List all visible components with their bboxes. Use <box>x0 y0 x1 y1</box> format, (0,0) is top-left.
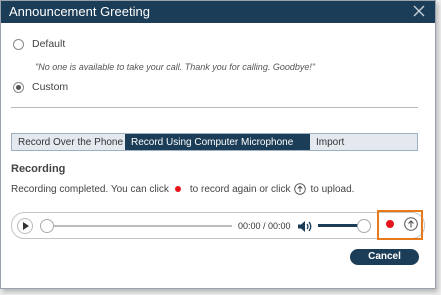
custom-label: Custom <box>32 81 69 93</box>
dialog-title: Announcement Greeting <box>9 4 150 19</box>
recording-info: Recording completed. You can click to re… <box>11 183 354 195</box>
announcement-greeting-dialog: Announcement Greeting Default "No one is… <box>0 0 436 289</box>
recording-tabs: Record Over the Phone Record Using Compu… <box>11 133 418 151</box>
record-dot-icon <box>174 186 181 192</box>
play-button[interactable] <box>17 218 33 234</box>
custom-option[interactable]: Custom <box>13 81 68 93</box>
upload-button[interactable] <box>404 217 418 231</box>
info-text-3: to upload. <box>310 183 355 195</box>
volume-icon[interactable] <box>297 220 313 233</box>
cancel-button[interactable]: Cancel <box>350 249 419 265</box>
custom-radio[interactable] <box>13 81 24 93</box>
volume-slider[interactable] <box>318 224 358 227</box>
audio-player: 00:00 / 00:00 <box>11 212 425 239</box>
titlebar: Announcement Greeting <box>1 1 435 23</box>
progress-handle[interactable] <box>40 219 54 233</box>
info-text-2: to record again or click <box>189 183 291 195</box>
divider <box>11 107 418 108</box>
default-option[interactable]: Default <box>13 38 65 50</box>
default-radio[interactable] <box>13 38 24 50</box>
default-label: Default <box>32 38 66 50</box>
recording-section-title: Recording <box>11 163 66 175</box>
tab-record-computer-microphone[interactable]: Record Using Computer Microphone <box>125 134 310 150</box>
upload-arrow-icon <box>294 183 307 195</box>
time-display: 00:00 / 00:00 <box>238 221 291 231</box>
tab-import[interactable]: Import <box>310 134 417 150</box>
close-icon[interactable] <box>413 5 425 17</box>
volume-handle[interactable] <box>357 219 371 233</box>
default-message: "No one is available to take your call. … <box>35 62 316 72</box>
record-button[interactable] <box>386 220 394 228</box>
info-text-1: Recording completed. You can click <box>11 183 169 195</box>
progress-bar[interactable] <box>48 225 232 227</box>
tab-record-over-phone[interactable]: Record Over the Phone <box>12 134 125 150</box>
